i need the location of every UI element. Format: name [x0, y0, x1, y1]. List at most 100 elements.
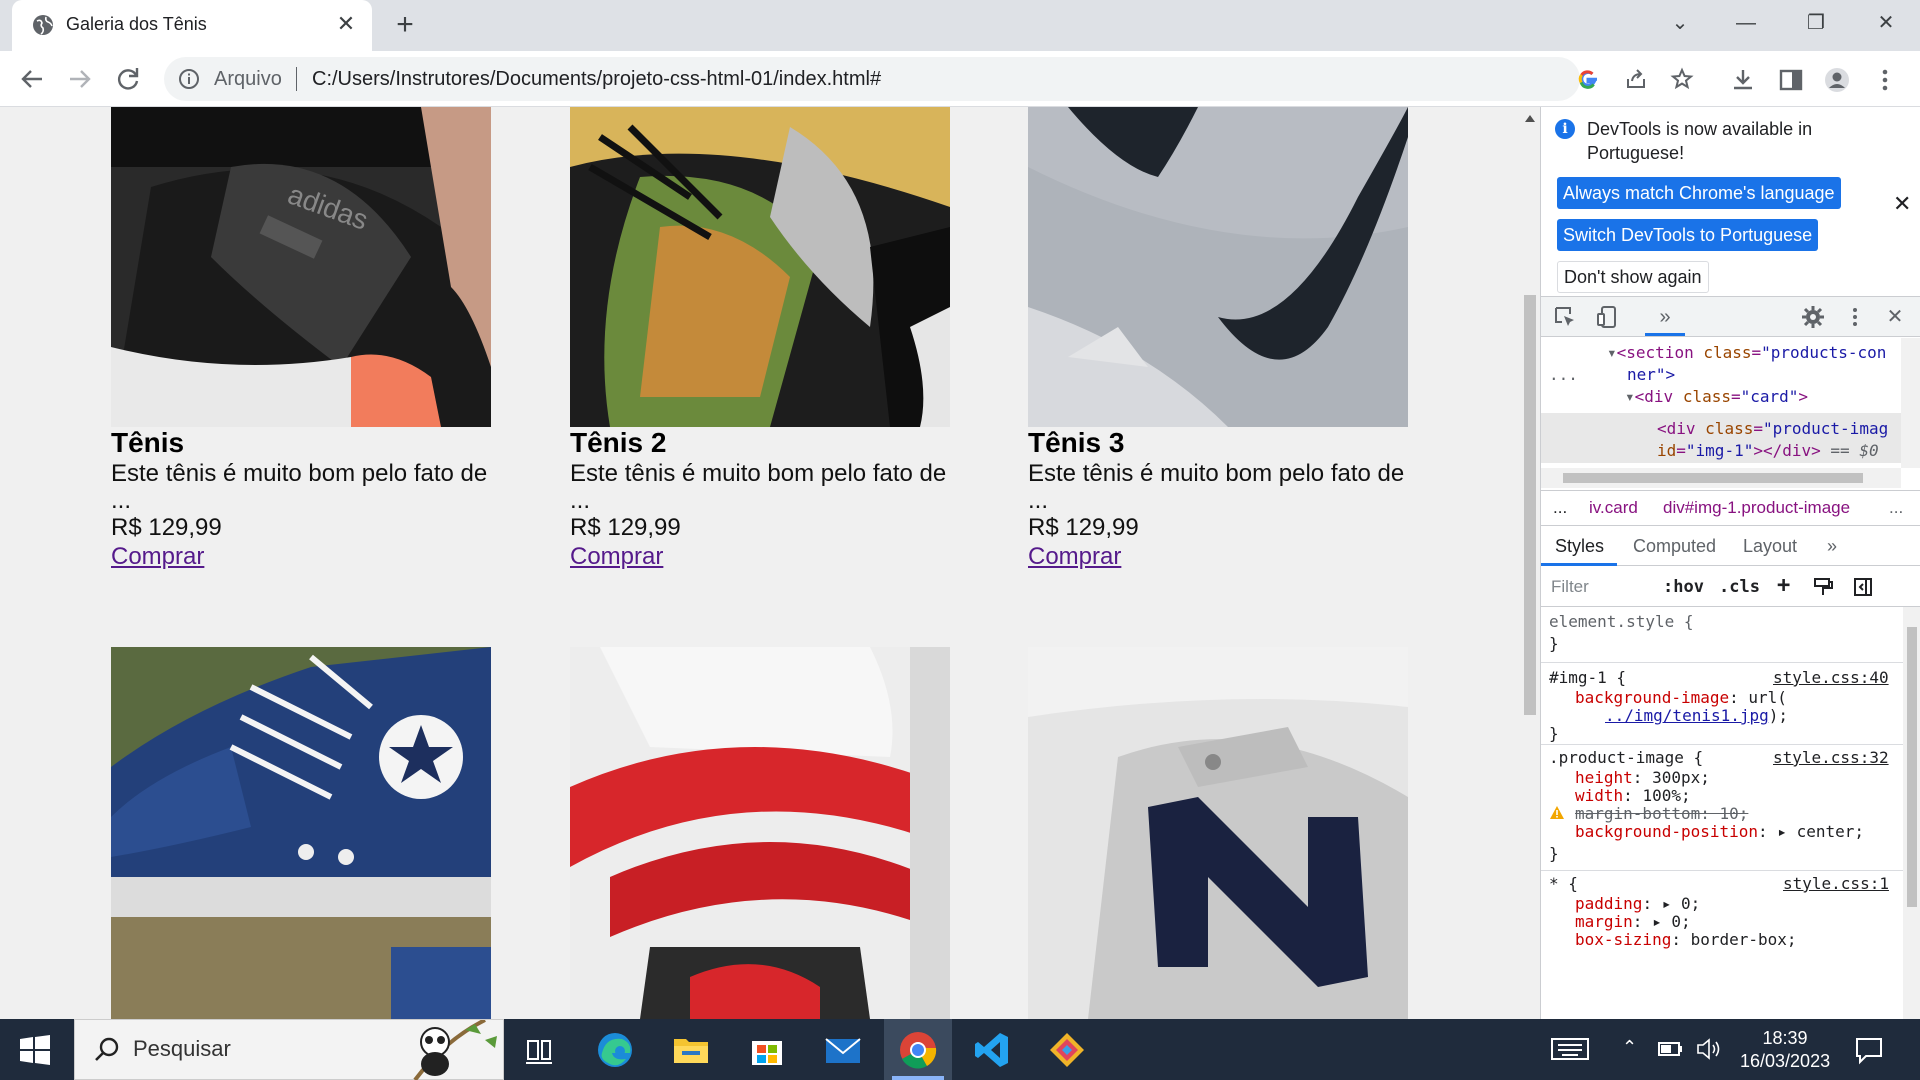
- reload-icon[interactable]: [112, 63, 144, 95]
- node-ellipsis[interactable]: ...: [1549, 364, 1578, 386]
- rule-source-link[interactable]: style.css:40: [1773, 667, 1889, 689]
- hov-toggle[interactable]: :hov: [1663, 577, 1704, 597]
- scrollbar-thumb[interactable]: [1524, 295, 1536, 715]
- new-tab-button[interactable]: +: [390, 10, 420, 40]
- product-price: R$ 129,99: [570, 514, 681, 541]
- styles-scrollbar[interactable]: [1903, 607, 1920, 1019]
- style-declaration[interactable]: background-position: ▸ center;: [1575, 821, 1864, 843]
- battery-icon[interactable]: [1658, 1039, 1684, 1059]
- device-toolbar-icon[interactable]: [1595, 305, 1619, 329]
- edge-browser-icon[interactable]: [592, 1027, 638, 1073]
- breadcrumb-item[interactable]: ...: [1553, 491, 1567, 525]
- address-bar[interactable]: Arquivo C:/Users/Instrutores/Documents/p…: [164, 57, 1694, 101]
- toggle-sidebar-icon[interactable]: [1853, 577, 1873, 597]
- close-tab-icon[interactable]: ✕: [334, 12, 358, 36]
- style-declaration[interactable]: box-sizing: border-box;: [1575, 929, 1797, 951]
- speaker-icon[interactable]: [1696, 1037, 1722, 1061]
- rule-selector[interactable]: .product-image {: [1549, 747, 1703, 769]
- windows-start-icon[interactable]: [14, 1033, 56, 1067]
- taskbar-search[interactable]: Pesquisar: [74, 1019, 504, 1080]
- always-match-language-button[interactable]: Always match Chrome's language: [1557, 177, 1841, 209]
- node-section-tail: ner">: [1627, 364, 1675, 386]
- tab-layout[interactable]: Layout: [1743, 536, 1797, 557]
- elements-scrollbar[interactable]: [1901, 338, 1920, 468]
- inspect-element-icon[interactable]: [1553, 305, 1577, 329]
- page-viewport: adidas Tênis Este tênis é muito bom pelo…: [0, 107, 1540, 1019]
- rule-selector[interactable]: element.style {: [1549, 611, 1694, 633]
- more-tabs-icon[interactable]: »: [1827, 536, 1837, 557]
- chrome-taskbar-button[interactable]: [884, 1019, 952, 1080]
- scroll-up-arrow-icon[interactable]: [1525, 115, 1535, 122]
- rule-source-link[interactable]: style.css:1: [1783, 873, 1889, 895]
- window-close-button[interactable]: ✕: [1866, 8, 1906, 38]
- add-rule-icon[interactable]: +: [1777, 573, 1790, 598]
- minimize-button[interactable]: —: [1726, 8, 1766, 38]
- microsoft-store-icon[interactable]: [744, 1027, 790, 1073]
- breadcrumb-item[interactable]: ...: [1889, 491, 1903, 525]
- kebab-menu-icon[interactable]: [1843, 305, 1867, 329]
- node-card[interactable]: ▾<div class="card">: [1625, 386, 1808, 408]
- gitkraken-icon[interactable]: [1044, 1027, 1090, 1073]
- google-icon[interactable]: [1576, 67, 1600, 91]
- file-explorer-icon[interactable]: [668, 1027, 714, 1073]
- browser-toolbar: Arquivo C:/Users/Instrutores/Documents/p…: [0, 51, 1920, 107]
- elements-tree: ... ▾<section class="products-con ner"> …: [1541, 338, 1901, 468]
- download-icon[interactable]: [1730, 67, 1756, 93]
- more-tabs-icon[interactable]: »: [1653, 305, 1677, 329]
- dont-show-again-button[interactable]: Don't show again: [1557, 261, 1709, 293]
- product-card: Tênis 3 Este tênis é muito bom pelo fato…: [1028, 107, 1408, 571]
- cls-toggle[interactable]: .cls: [1719, 577, 1760, 597]
- profile-avatar-icon[interactable]: [1824, 67, 1850, 93]
- switch-to-portuguese-button[interactable]: Switch DevTools to Portuguese: [1557, 219, 1819, 251]
- buy-link[interactable]: Comprar: [1028, 543, 1121, 571]
- restore-button[interactable]: ❐: [1796, 8, 1836, 38]
- tab-search-chevron-icon[interactable]: ⌄: [1660, 8, 1700, 38]
- notifications-icon[interactable]: [1854, 1035, 1884, 1065]
- clock[interactable]: 18:39 16/03/2023: [1740, 1027, 1830, 1073]
- info-icon[interactable]: [178, 68, 200, 90]
- share-icon[interactable]: [1624, 67, 1648, 91]
- page-scrollbar[interactable]: [1520, 107, 1540, 1019]
- hscroll-thumb[interactable]: [1563, 473, 1863, 483]
- forward-arrow-icon[interactable]: [64, 63, 96, 95]
- tab-styles[interactable]: Styles: [1555, 536, 1604, 557]
- tag-end: ></div>: [1753, 441, 1821, 460]
- more-menu-icon[interactable]: [1872, 67, 1898, 93]
- rule-selector[interactable]: * {: [1549, 873, 1578, 895]
- close-devtools-icon[interactable]: ✕: [1883, 305, 1907, 329]
- rule-selector[interactable]: #img-1 {: [1549, 667, 1626, 689]
- mail-icon[interactable]: [820, 1027, 866, 1073]
- tab-computed[interactable]: Computed: [1633, 536, 1716, 557]
- styles-pane: element.style { } #img-1 { style.css:40 …: [1541, 607, 1903, 1019]
- task-view-icon[interactable]: [516, 1027, 562, 1073]
- url-link[interactable]: ../img/tenis1.jpg: [1605, 706, 1769, 725]
- scrollbar-thumb[interactable]: [1907, 627, 1917, 907]
- bookmark-star-icon[interactable]: [1670, 67, 1694, 91]
- product-ellipsis: ...: [111, 487, 132, 514]
- buy-link[interactable]: Comprar: [111, 543, 204, 571]
- gear-icon[interactable]: [1801, 305, 1825, 329]
- vscode-icon[interactable]: [970, 1027, 1016, 1073]
- node-product-image-tail: id="img-1"></div> == $0: [1657, 441, 1879, 460]
- virtual-keyboard-icon[interactable]: [1550, 1035, 1590, 1063]
- product-card: [570, 647, 950, 1019]
- product-name: Tênis 3: [1028, 427, 1125, 458]
- chevron-up-icon[interactable]: ⌃: [1622, 1037, 1637, 1058]
- filter-input[interactable]: Filter: [1551, 577, 1589, 597]
- product-description: Este tênis é muito bom pelo fato de: [570, 460, 947, 487]
- tag-text: <section: [1616, 343, 1704, 362]
- side-panel-icon[interactable]: [1778, 67, 1804, 93]
- node-section[interactable]: ▾<section class="products-con: [1607, 342, 1886, 364]
- breadcrumb-item[interactable]: div#img-1.product-image: [1663, 491, 1850, 525]
- buy-link[interactable]: Comprar: [570, 543, 663, 571]
- url-text[interactable]: C:/Users/Instrutores/Documents/projeto-c…: [312, 68, 881, 91]
- divider: [296, 67, 297, 91]
- back-arrow-icon[interactable]: [16, 63, 48, 95]
- close-banner-icon[interactable]: ✕: [1893, 191, 1911, 217]
- paint-brush-icon[interactable]: [1813, 577, 1833, 597]
- node-product-image[interactable]: <div class="product-imag: [1657, 418, 1888, 440]
- elements-hscrollbar[interactable]: [1541, 468, 1901, 488]
- rule-source-link[interactable]: style.css:32: [1773, 747, 1889, 769]
- browser-tab[interactable]: Galeria dos Tênis ✕: [12, 0, 372, 51]
- breadcrumb-item[interactable]: iv.card: [1589, 491, 1638, 525]
